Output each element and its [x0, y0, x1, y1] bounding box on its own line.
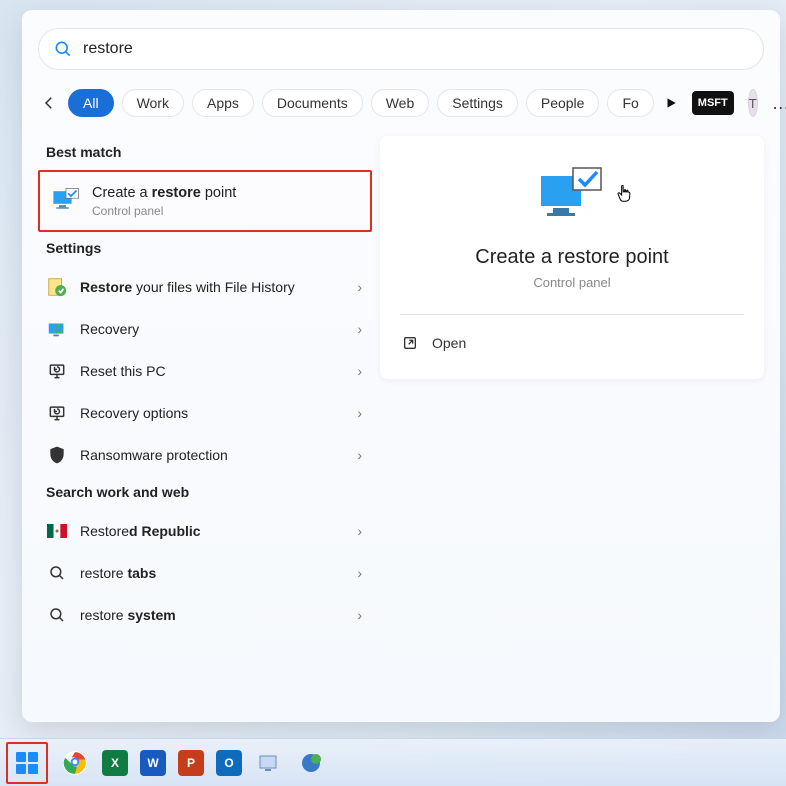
- search-icon: [46, 562, 68, 584]
- settings-item-label: Recovery options: [80, 405, 345, 421]
- search-icon: [46, 604, 68, 626]
- web-heading: Search work and web: [46, 484, 372, 500]
- tab-more[interactable]: Fo: [607, 89, 653, 117]
- monitor-checkmark-icon: [52, 188, 80, 214]
- settings-item-label: Recovery: [80, 321, 345, 337]
- preview-card: Create a restore point Control panel Ope…: [380, 136, 764, 379]
- start-button[interactable]: [6, 742, 48, 784]
- settings-item-reset-pc[interactable]: Reset this PC ›: [38, 350, 372, 392]
- settings-heading: Settings: [46, 240, 372, 256]
- chevron-right-icon: ›: [357, 447, 362, 463]
- settings-item-recovery[interactable]: Recovery ›: [38, 308, 372, 350]
- search-input[interactable]: [83, 40, 749, 58]
- monitor-checkmark-icon-large: [537, 166, 607, 226]
- taskbar: X W P O: [0, 738, 786, 786]
- settings-item-recovery-options[interactable]: Recovery options ›: [38, 392, 372, 434]
- settings-item-ransomware[interactable]: Ransomware protection ›: [38, 434, 372, 476]
- best-match-subtitle: Control panel: [92, 204, 236, 218]
- taskbar-app-excel[interactable]: X: [102, 750, 128, 776]
- tab-people[interactable]: People: [526, 89, 600, 117]
- tab-web[interactable]: Web: [371, 89, 430, 117]
- tab-apps[interactable]: Apps: [192, 89, 254, 117]
- open-label: Open: [432, 335, 466, 351]
- preview-subtitle: Control panel: [400, 275, 744, 290]
- taskbar-app-outlook[interactable]: O: [216, 750, 242, 776]
- preview-title: Create a restore point: [400, 246, 744, 269]
- chevron-right-icon: ›: [357, 405, 362, 421]
- web-item-restore-tabs[interactable]: restore tabs ›: [38, 552, 372, 594]
- chevron-right-icon: ›: [357, 565, 362, 581]
- divider: [400, 314, 744, 315]
- taskbar-app-powerpoint[interactable]: P: [178, 750, 204, 776]
- flag-icon: [46, 520, 68, 542]
- settings-item-label: Restore your files with File History: [80, 279, 345, 295]
- taskbar-app-word[interactable]: W: [140, 750, 166, 776]
- windows-logo-icon: [16, 752, 38, 774]
- taskbar-app-generic-2[interactable]: [296, 748, 326, 778]
- chevron-right-icon: ›: [357, 279, 362, 295]
- reset-pc-icon: [46, 360, 68, 382]
- chevron-right-icon: ›: [357, 523, 362, 539]
- best-match-heading: Best match: [46, 144, 372, 160]
- shield-icon: [46, 444, 68, 466]
- cursor-hand-icon: [614, 184, 634, 206]
- chevron-right-icon: ›: [357, 607, 362, 623]
- filter-tabs-row: All Work Apps Documents Web Settings Peo…: [40, 88, 762, 118]
- best-match-title: Create a restore point: [92, 184, 236, 203]
- web-item-label: Restored Republic: [80, 523, 345, 539]
- open-action[interactable]: Open: [400, 327, 744, 359]
- scroll-tabs-right[interactable]: [664, 88, 678, 118]
- best-match-result[interactable]: Create a restore point Control panel: [38, 170, 372, 232]
- web-item-restored-republic[interactable]: Restored Republic ›: [38, 510, 372, 552]
- file-history-icon: [46, 276, 68, 298]
- web-item-label: restore system: [80, 607, 345, 623]
- chevron-right-icon: ›: [357, 363, 362, 379]
- tab-work[interactable]: Work: [122, 89, 184, 117]
- search-icon: [53, 39, 73, 59]
- web-item-label: restore tabs: [80, 565, 345, 581]
- settings-item-file-history[interactable]: Restore your files with File History ›: [38, 266, 372, 308]
- results-left-column: Best match Create a restore point Contro…: [38, 136, 372, 636]
- chevron-right-icon: ›: [357, 321, 362, 337]
- taskbar-app-chrome[interactable]: [60, 748, 90, 778]
- settings-item-label: Reset this PC: [80, 363, 345, 379]
- user-avatar[interactable]: T: [748, 89, 758, 117]
- web-item-restore-system[interactable]: restore system ›: [38, 594, 372, 636]
- tab-all[interactable]: All: [68, 89, 114, 117]
- recovery-options-icon: [46, 402, 68, 424]
- tab-settings[interactable]: Settings: [437, 89, 518, 117]
- recovery-icon: [46, 318, 68, 340]
- back-button[interactable]: [40, 88, 58, 118]
- tab-documents[interactable]: Documents: [262, 89, 363, 117]
- search-panel: All Work Apps Documents Web Settings Peo…: [22, 10, 780, 722]
- taskbar-app-generic-1[interactable]: [254, 748, 284, 778]
- preview-column: Create a restore point Control panel Ope…: [372, 136, 764, 636]
- more-options-button[interactable]: …: [772, 93, 786, 114]
- settings-item-label: Ransomware protection: [80, 447, 345, 463]
- results-content: Best match Create a restore point Contro…: [38, 136, 764, 636]
- msft-badge[interactable]: MSFT: [692, 91, 734, 115]
- preview-icon-wrap: [400, 166, 744, 226]
- search-bar[interactable]: [38, 28, 764, 70]
- open-external-icon: [402, 335, 418, 351]
